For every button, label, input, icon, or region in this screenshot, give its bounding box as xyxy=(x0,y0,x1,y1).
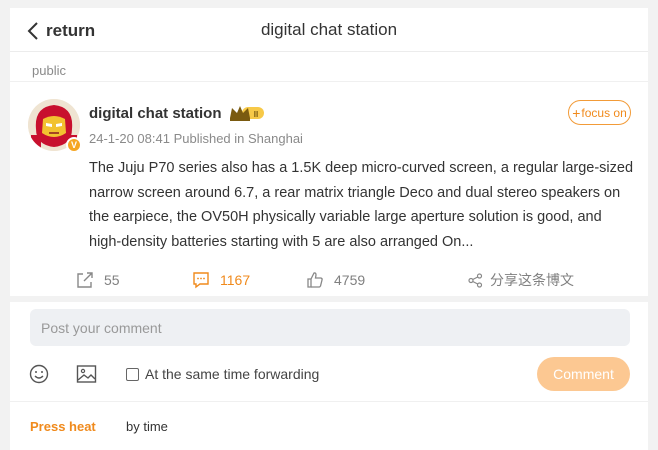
comment-icon xyxy=(193,272,209,289)
forward-option: At the same time forwarding xyxy=(126,366,319,382)
post-meta: 24-1-20 08:41 Published in Shanghai xyxy=(89,131,303,146)
avatar[interactable]: V xyxy=(28,99,82,153)
verified-badge: V xyxy=(66,137,82,153)
post-detail-card: return digital chat station public V dig… xyxy=(10,8,648,450)
post-content: The Juju P70 series also has a 1.5K deep… xyxy=(89,160,634,250)
share-label: 分享这条博文 xyxy=(490,272,574,288)
level-badge: II xyxy=(253,110,257,119)
comment-submit-button[interactable]: Comment xyxy=(537,357,630,391)
follow-button[interactable]: + focus on xyxy=(568,100,631,125)
sort-by-time-tab[interactable]: by time xyxy=(126,419,168,434)
comment-input[interactable] xyxy=(30,309,630,346)
plus-icon: + xyxy=(572,104,581,121)
comment-count: 1167 xyxy=(220,272,251,288)
like-count: 4759 xyxy=(334,272,366,288)
image-icon[interactable] xyxy=(76,364,97,384)
follow-label: focus on xyxy=(581,105,627,120)
comment-button[interactable]: 1167 xyxy=(192,267,250,293)
share-button[interactable]: 分享这条博文 xyxy=(468,267,574,293)
section-separator xyxy=(10,296,648,302)
author-name[interactable]: digital chat station xyxy=(89,105,222,122)
repost-count: 55 xyxy=(104,272,120,288)
crown-level-icon: II xyxy=(229,106,264,121)
emoji-icon[interactable] xyxy=(29,364,49,384)
forward-label[interactable]: At the same time forwarding xyxy=(145,366,319,382)
repost-button[interactable]: 55 xyxy=(76,267,120,293)
like-button[interactable]: 4759 xyxy=(306,267,365,293)
divider xyxy=(10,81,648,82)
share-icon xyxy=(468,272,483,288)
forward-checkbox[interactable] xyxy=(126,367,139,381)
repost-icon xyxy=(77,272,93,288)
top-bar: return digital chat station xyxy=(10,8,648,52)
page: return digital chat station public V dig… xyxy=(0,0,658,450)
thumbs-up-icon xyxy=(307,272,323,288)
page-title: digital chat station xyxy=(260,20,398,39)
action-bar: 55 1167 4759 分享这条博文 xyxy=(10,267,648,293)
author-row: digital chat station II xyxy=(89,104,266,122)
sort-by-heat-tab[interactable]: Press heat xyxy=(30,419,96,434)
visibility-label: public xyxy=(32,63,66,78)
divider xyxy=(10,401,648,402)
